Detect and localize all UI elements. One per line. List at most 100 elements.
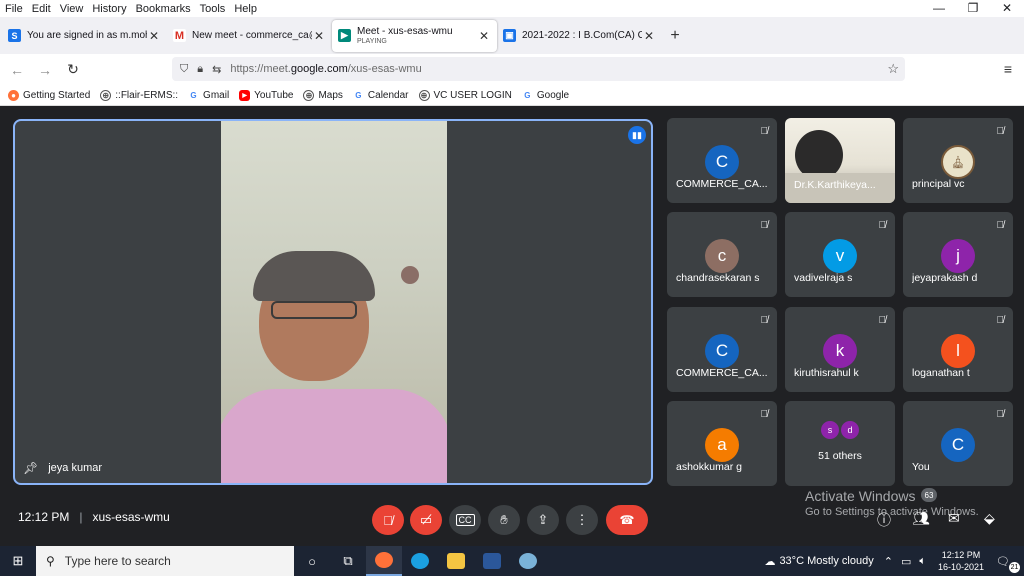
url-text[interactable]: https://meet.google.com/xus-esas-wmu xyxy=(230,63,421,75)
close-tab-icon[interactable]: ✕ xyxy=(477,29,491,43)
participant-tile-chandrasekaran[interactable]: 🎙̸ c chandrasekaran s xyxy=(667,212,777,297)
participant-name: You xyxy=(912,461,930,473)
participant-tile-others[interactable]: s d 51 others xyxy=(785,401,895,486)
weather-text[interactable]: 33°C Mostly cloudy xyxy=(779,555,873,567)
people-count-badge: 63 xyxy=(921,488,937,502)
participant-name: jeyaprakash d xyxy=(912,272,978,284)
new-tab-icon[interactable]: + xyxy=(662,27,688,45)
close-tab-icon[interactable]: ✕ xyxy=(642,29,656,43)
youtube-icon: ▶ xyxy=(239,89,251,101)
bookmark-flair-erms[interactable]: ⊕ ::Flair-ERMS:: xyxy=(100,89,178,101)
menu-bookmarks[interactable]: Bookmarks xyxy=(136,3,191,15)
hang-up-icon: ☎︎ xyxy=(619,513,635,527)
info-icon[interactable]: ⓘ xyxy=(877,510,891,530)
participant-tile-kiruthisrahul[interactable]: 🎙̸ k kiruthisrahul k xyxy=(785,307,895,392)
close-window-icon[interactable]: ✕ xyxy=(990,0,1024,17)
participant-name: ashokkumar g xyxy=(676,461,742,473)
present-icon: ⇪ xyxy=(537,512,549,527)
bookmark-maps[interactable]: ⊕ Maps xyxy=(303,89,343,101)
people-icon[interactable]: 👥︎ xyxy=(912,510,930,527)
avatar: j xyxy=(941,239,975,273)
edge-taskbar-icon[interactable] xyxy=(402,546,438,576)
pin-icon[interactable]: 📌︎ xyxy=(23,461,38,475)
bookmark-star-icon[interactable]: ☆ xyxy=(887,61,899,77)
raise-hand-button[interactable]: ✋︎ xyxy=(488,505,520,535)
minimize-icon[interactable]: — xyxy=(922,0,956,17)
forward-icon[interactable]: → xyxy=(31,62,59,78)
lock-icon[interactable]: 🔒︎ xyxy=(197,63,203,76)
mic-toggle-button[interactable]: 🎙̸ xyxy=(372,505,404,535)
participant-name: COMMERCE_CA... xyxy=(676,178,768,190)
participant-tile-you[interactable]: 🎙̸ C You xyxy=(903,401,1013,486)
tab-classroom[interactable]: ▣ 2021-2022 : I B.Com(CA) Course ✕ xyxy=(497,20,662,52)
present-button[interactable]: ⇪ xyxy=(527,505,559,535)
leave-call-button[interactable]: ☎︎ xyxy=(606,505,648,535)
menu-file[interactable]: File xyxy=(5,3,23,15)
more-options-button[interactable]: ⋮ xyxy=(566,505,598,535)
avatar: c xyxy=(705,239,739,273)
participant-tile-ashokkumar[interactable]: 🎙̸ a ashokkumar g xyxy=(667,401,777,486)
word-taskbar-icon[interactable] xyxy=(474,546,510,576)
meeting-controls-bar: 12:12 PM | xus-esas-wmu 🎙̸ ▭̸ CC ✋︎ ⇪ ⋮ … xyxy=(0,488,1024,546)
chevron-up-icon[interactable]: ⌃ xyxy=(884,555,893,568)
tab-signed-in[interactable]: S You are signed in as m.mohan ✕ xyxy=(2,20,167,52)
taskbar-clock[interactable]: 12:12 PM 16-10-2021 xyxy=(938,549,984,573)
mic-off-icon: 🎙̸ xyxy=(383,512,393,528)
notification-icon[interactable]: 🗨︎ 21 xyxy=(996,555,1020,573)
back-icon[interactable]: ← xyxy=(3,62,31,78)
address-bar[interactable]: ⛉ 🔒︎ ⇆ https://meet.google.com/xus-esas-… xyxy=(172,57,905,81)
google-icon: G xyxy=(524,90,531,100)
windows-start-icon[interactable]: ⊞ xyxy=(0,553,36,569)
tab-gmail[interactable]: M New meet - commerce_ca@vi ✕ xyxy=(167,20,332,52)
participant-tile-commerce-ca[interactable]: 🎙̸ C COMMERCE_CA... xyxy=(667,118,777,203)
gmail-icon: M xyxy=(173,29,186,42)
close-tab-icon[interactable]: ✕ xyxy=(312,29,326,43)
avatar: C xyxy=(705,334,739,368)
shield-icon[interactable]: ⛉ xyxy=(180,63,188,76)
participant-tile-loganathan[interactable]: 🎙̸ l loganathan t xyxy=(903,307,1013,392)
main-speaker-tile[interactable]: 📌︎ jeya kumar ▮▮ xyxy=(13,119,653,485)
menu-tools[interactable]: Tools xyxy=(200,3,226,15)
menu-view[interactable]: View xyxy=(60,3,84,15)
menu-history[interactable]: History xyxy=(92,3,126,15)
permissions-icon[interactable]: ⇆ xyxy=(212,63,221,76)
activities-icon[interactable]: ⬙ xyxy=(984,510,995,527)
participant-tile-principal-vc[interactable]: 🎙̸ ⛪︎ principal vc xyxy=(903,118,1013,203)
participant-name: principal vc xyxy=(912,178,965,190)
bookmark-getting-started[interactable]: ● Getting Started xyxy=(8,89,90,101)
close-tab-icon[interactable]: ✕ xyxy=(147,29,161,43)
bookmark-google[interactable]: G Google xyxy=(522,90,569,101)
volume-icon[interactable]: 🔈︎ xyxy=(919,555,926,568)
paint-taskbar-icon[interactable] xyxy=(510,546,546,576)
firefox-taskbar-icon[interactable] xyxy=(366,546,402,576)
reload-icon[interactable]: ↻ xyxy=(59,61,87,78)
bookmark-vc-user-login[interactable]: ⊕ VC USER LOGIN xyxy=(418,89,512,101)
bookmark-calendar[interactable]: G Calendar xyxy=(353,90,408,101)
menu-help[interactable]: Help xyxy=(234,3,257,15)
cortana-icon[interactable]: ○ xyxy=(294,546,330,576)
participant-tile-commerce-ca-2[interactable]: 🎙̸ C COMMERCE_CA... xyxy=(667,307,777,392)
avatar: a xyxy=(705,428,739,462)
participant-tile-jeyaprakash[interactable]: 🎙̸ j jeyaprakash d xyxy=(903,212,1013,297)
meeting-time: 12:12 PM xyxy=(18,510,70,524)
captions-button[interactable]: CC xyxy=(449,505,481,535)
bookmark-youtube[interactable]: ▶ YouTube xyxy=(239,89,293,101)
meeting-info: 12:12 PM | xus-esas-wmu xyxy=(18,510,170,524)
taskbar-search-box[interactable]: ⚲ Type here to search xyxy=(36,546,294,576)
network-icon[interactable]: ▭ xyxy=(901,555,911,568)
menu-edit[interactable]: Edit xyxy=(32,3,51,15)
hamburger-menu-icon[interactable]: ≡ xyxy=(1004,61,1012,77)
mic-off-icon: 🎙̸ xyxy=(996,315,1005,326)
participant-tile-karthikeyan[interactable]: Dr.K.Karthikeya... xyxy=(785,118,895,203)
camera-toggle-button[interactable]: ▭̸ xyxy=(410,505,442,535)
restore-icon[interactable]: ❐ xyxy=(956,0,990,17)
bookmark-gmail[interactable]: G Gmail xyxy=(188,90,229,101)
speaker-video xyxy=(221,121,447,483)
google-icon: G xyxy=(190,90,197,100)
file-explorer-icon[interactable] xyxy=(438,546,474,576)
chat-icon[interactable]: ✉︎ xyxy=(948,510,960,527)
tab-meet[interactable]: ▶ Meet - xus-esas-wmu PLAYING ✕ xyxy=(332,19,497,52)
task-view-icon[interactable]: ⧉ xyxy=(330,546,366,576)
participant-tile-vadivelraja[interactable]: 🎙̸ v vadivelraja s xyxy=(785,212,895,297)
google-icon: G xyxy=(355,90,362,100)
